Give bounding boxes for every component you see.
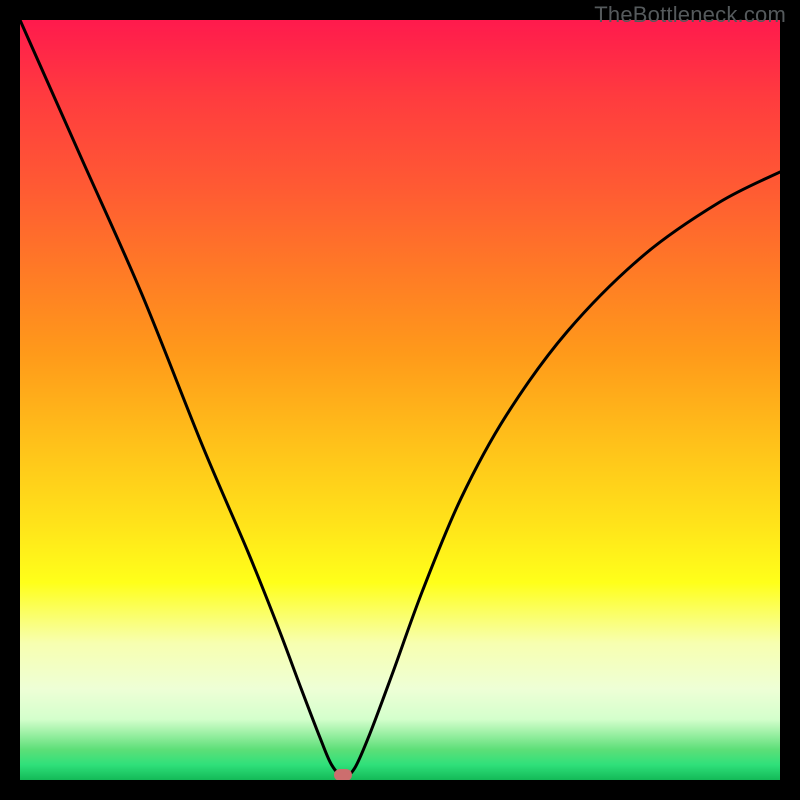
chart-frame: TheBottleneck.com bbox=[0, 0, 800, 800]
plot-area bbox=[20, 20, 780, 780]
bottleneck-curve bbox=[20, 20, 780, 780]
watermark-text: TheBottleneck.com bbox=[594, 2, 786, 28]
optimum-marker bbox=[334, 769, 352, 780]
